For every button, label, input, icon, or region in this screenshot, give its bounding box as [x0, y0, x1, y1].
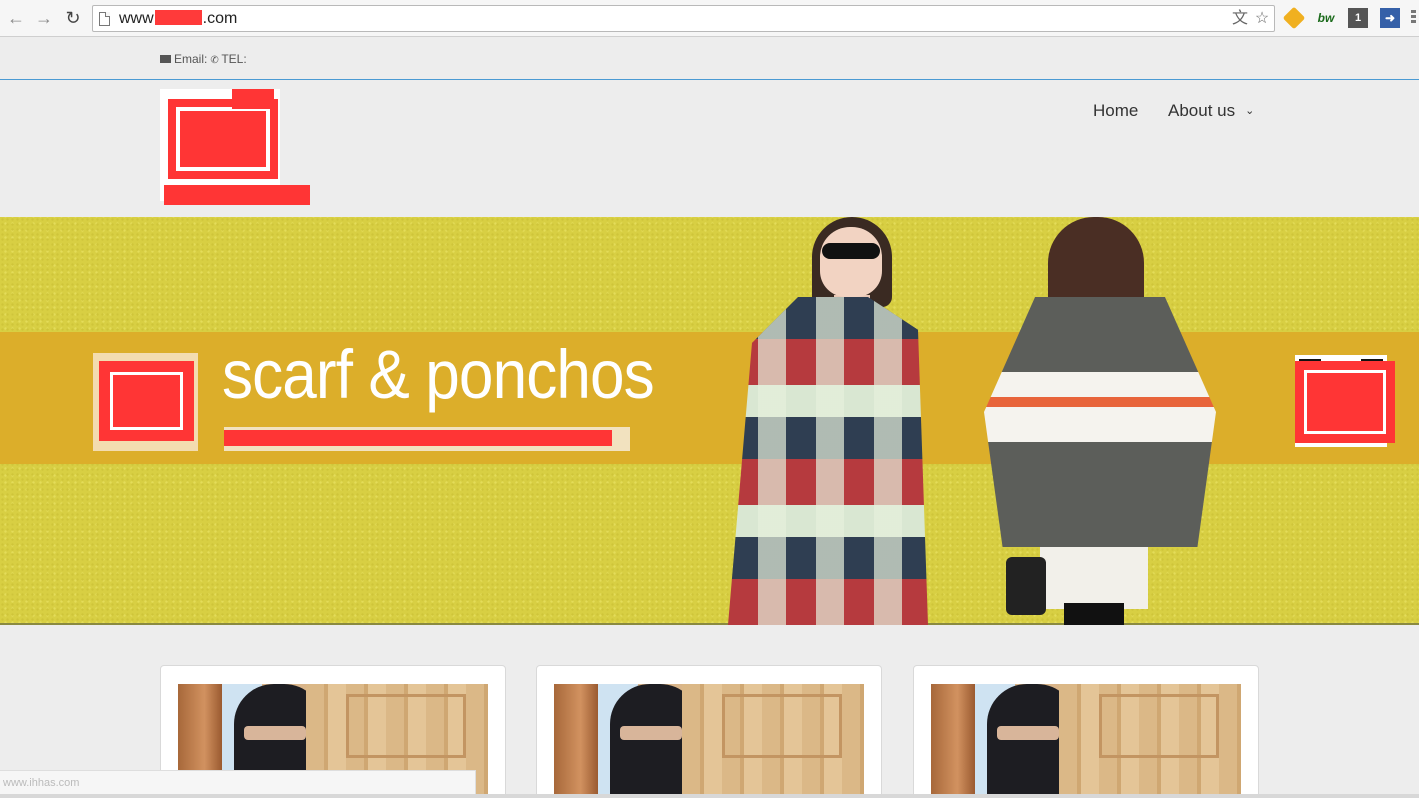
email-label: Email: [174, 52, 208, 66]
arrow-extension-icon[interactable]: ➜ [1380, 8, 1400, 28]
product-image [554, 684, 864, 798]
qr-redaction [1295, 361, 1395, 443]
chevron-down-icon: ⌄ [1245, 105, 1255, 117]
qr-code [1295, 355, 1395, 447]
nav-about-us[interactable]: About us ⌄ [1168, 101, 1254, 121]
one-extension-icon[interactable]: 1 [1348, 8, 1368, 28]
menu-icon[interactable] [1411, 10, 1417, 26]
site-header: Home About us ⌄ [0, 81, 1419, 217]
bw-extension-icon[interactable]: bw [1314, 8, 1338, 28]
star-icon[interactable]: ☆ [1253, 10, 1271, 28]
url-redaction [154, 10, 202, 25]
reload-icon[interactable]: ↻ [62, 7, 84, 29]
horizontal-scrollbar[interactable] [0, 794, 1419, 798]
extension-icon[interactable] [1282, 6, 1306, 30]
url-text[interactable]: www .com [119, 10, 237, 28]
hero-banner[interactable]: scarf & ponchos [0, 217, 1419, 625]
browser-toolbar: ← → ↻ www .com 文 ☆ bw 1 ➜ [0, 0, 1419, 37]
forward-arrow-icon[interactable]: → [33, 7, 55, 29]
model-striped-poncho [980, 217, 1220, 625]
phone-icon: ✆ [210, 55, 219, 66]
logo-text-redaction [164, 185, 310, 205]
site-logo[interactable] [160, 89, 310, 205]
tel-label: TEL: [221, 52, 247, 66]
model-plaid-poncho [720, 217, 935, 625]
contact-bar: Email: ✆ TEL: [0, 38, 1419, 80]
product-card[interactable] [913, 665, 1259, 798]
product-image [931, 684, 1241, 798]
banner-subtitle-redaction [224, 427, 630, 451]
envelope-icon [160, 55, 171, 63]
page-icon [99, 12, 110, 26]
contact-info: Email: ✆ TEL: [160, 52, 247, 66]
back-arrow-icon[interactable]: ← [5, 7, 27, 29]
banner-logo [93, 353, 198, 451]
logo-redaction [168, 99, 278, 179]
address-bar[interactable]: www .com 文 ☆ [92, 5, 1275, 32]
nav-home[interactable]: Home [1093, 101, 1138, 121]
banner-headline: scarf & ponchos [222, 336, 655, 413]
product-card[interactable] [536, 665, 882, 798]
translate-icon[interactable]: 文 [1231, 10, 1249, 28]
